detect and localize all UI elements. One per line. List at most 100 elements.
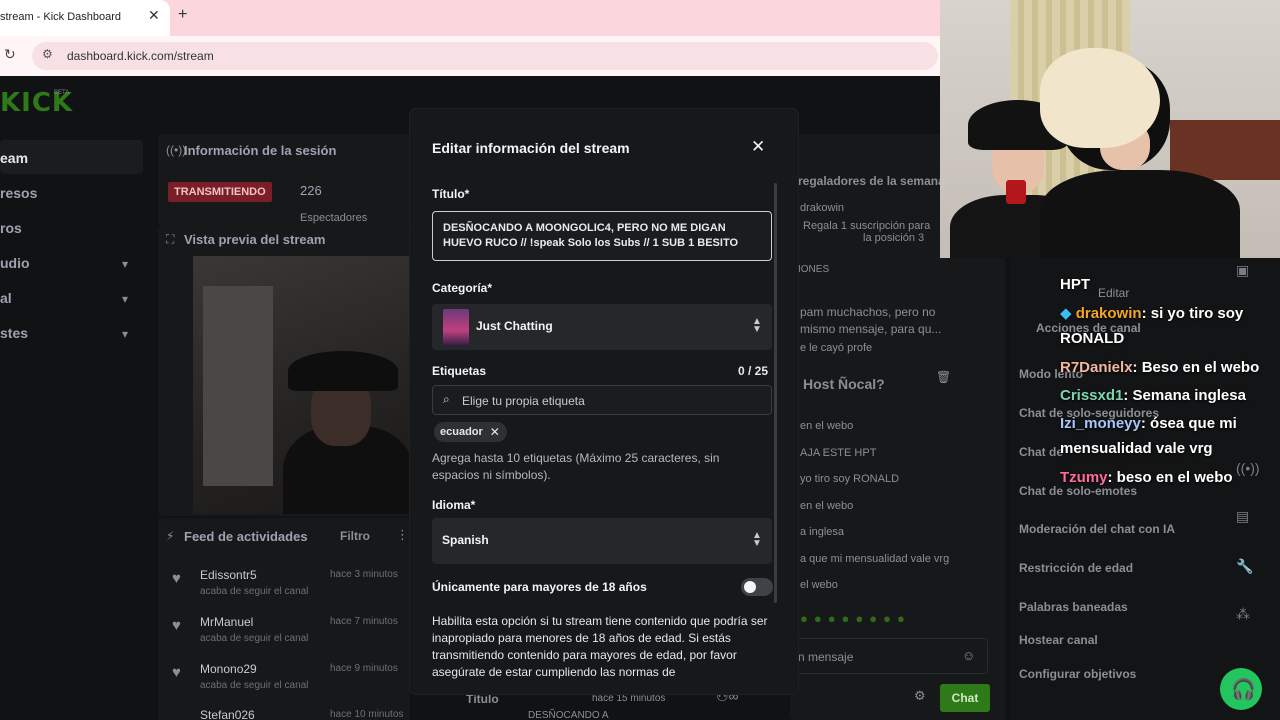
host-name: Host Ñocal? <box>803 376 885 392</box>
preview-title: Vista previa del stream <box>184 232 326 247</box>
category-thumbnail <box>443 309 469 345</box>
headset-icon: 🎧 <box>1231 679 1256 701</box>
sidebar-item-otros[interactable]: ros <box>0 220 22 236</box>
pinned-text2: mismo mensaje, para qu... <box>800 322 942 336</box>
feed-item-name[interactable]: Edissontr5 <box>200 568 257 582</box>
overlay-chat-user: drakowin <box>1075 305 1142 322</box>
close-icon[interactable]: ✕ <box>490 422 500 442</box>
language-select[interactable]: Spanish ▲ ▼ <box>432 518 772 564</box>
toggle-knob <box>744 581 756 593</box>
sidebar-item-ajustes[interactable]: stes <box>0 325 28 341</box>
action-ai-moderation[interactable]: Moderación del chat con IA <box>1019 522 1175 536</box>
chat-line: AJA ESTE HPT <box>800 447 877 459</box>
search-icon: ⌕ <box>443 392 450 406</box>
action-age-restriction[interactable]: Restricción de edad <box>1019 561 1133 575</box>
chat-input-placeholder: n mensaje <box>798 650 854 664</box>
layout-icon[interactable]: ▤ <box>1236 508 1249 525</box>
stream-title-value: DESÑOCANDO A MOONGOLIC4, PERO NO ME DIGA… <box>443 222 739 249</box>
stream-preview-video[interactable] <box>193 256 411 514</box>
overlay-chat-line: Izi_moneyy: ósea que mi mensualidad vale… <box>1060 411 1278 461</box>
sidebar-item-ingresos[interactable]: resos <box>0 185 37 201</box>
adult-toggle[interactable] <box>741 578 773 596</box>
overlay-chat-user: R7Danielx <box>1060 359 1133 376</box>
emoji-icon[interactable]: ☺ <box>962 648 975 663</box>
webcam-overlay <box>940 0 1280 258</box>
session-title: Información de la sesión <box>184 143 337 158</box>
category-value: Just Chatting <box>476 319 553 333</box>
tags-input[interactable]: ⌕ Elige tu propia etiqueta <box>432 385 772 415</box>
sidebar-item-canal[interactable]: al <box>0 290 12 306</box>
overlay-chat-line: Crissxd1: Semana inglesa <box>1060 383 1278 408</box>
action-chat[interactable]: Chat de <box>1019 445 1063 459</box>
reload-icon[interactable]: ↻ <box>4 46 16 63</box>
stream-title-input[interactable]: DESÑOCANDO A MOONGOLIC4, PERO NO ME DIGA… <box>432 211 772 261</box>
overlay-chat-user: Izi_moneyy <box>1060 415 1141 432</box>
chevron-down-icon[interactable]: ▾ <box>122 292 128 306</box>
feed-item-action: acaba de seguir el canal <box>200 680 309 691</box>
heart-icon: ♥ <box>172 570 181 587</box>
edit-stream-modal: Editar información del stream ✕ Título* … <box>410 109 798 694</box>
overlay-chat-line: R7Danielx: Beso en el webo <box>1060 355 1278 380</box>
overlay-chat-line: Tzumy: beso en el webo <box>1060 465 1278 490</box>
lightning-icon: ⚡ <box>166 529 175 543</box>
chat-line: yo tiro soy RONALD <box>800 473 900 485</box>
support-button[interactable]: 🎧 <box>1220 668 1262 710</box>
chat-line: el webo <box>800 579 838 591</box>
action-goals[interactable]: Configurar objetivos <box>1019 667 1136 681</box>
address-bar[interactable]: ⚙ dashboard.kick.com/stream <box>32 42 938 70</box>
overlay-chat-text: : Semana inglesa <box>1123 387 1246 404</box>
overlay-chat-text: : beso en el webo <box>1107 469 1233 486</box>
feed-title: Feed de actividades <box>184 529 308 544</box>
chevron-down-icon[interactable]: ▾ <box>122 257 128 271</box>
overlay-chat-line: HPT <box>1060 276 1090 293</box>
overlay-chat-text: : Beso en el webo <box>1132 359 1260 376</box>
sidebar-item-audio[interactable]: udio <box>0 255 30 271</box>
preview-icon: ⛶ <box>166 232 175 246</box>
wrench-icon[interactable]: 🔧 <box>1236 558 1253 575</box>
gear-icon[interactable]: ⚙ <box>914 688 926 704</box>
chat-line: en el webo <box>800 420 854 432</box>
tag-chip-label: ecuador <box>440 426 483 438</box>
action-banned-words[interactable]: Palabras baneadas <box>1019 600 1128 614</box>
more-icon[interactable]: ⋮ <box>396 527 409 543</box>
viewer-label: Espectadores <box>300 212 368 224</box>
chevron-down-icon[interactable]: ▾ <box>122 327 128 341</box>
feed-item-name[interactable]: MrManuel <box>200 615 253 629</box>
feed-item-action: acaba de seguir el canal <box>200 633 309 644</box>
feed-item-action: acaba de seguir el canal <box>200 586 309 597</box>
gifter-desc2: la posición 3 <box>863 232 925 244</box>
heart-icon: ♥ <box>172 617 181 634</box>
chat-line: a inglesa <box>800 526 845 538</box>
feed-item-name[interactable]: Monono29 <box>200 662 257 676</box>
trash-icon[interactable]: 🗑 <box>936 370 951 384</box>
sidebar-item-stream[interactable]: eam <box>0 150 28 166</box>
select-arrows-icon: ▲ ▼ <box>752 530 762 549</box>
close-icon[interactable]: ✕ <box>751 137 765 157</box>
send-chat-button[interactable]: Chat <box>940 684 990 712</box>
feed-item-time: hace 10 minutos <box>330 709 404 720</box>
pinned-text3: e le cayó profe <box>800 342 873 354</box>
new-tab-button[interactable]: + <box>178 6 187 24</box>
tags-label: Etiquetas <box>432 364 487 378</box>
browser-tab[interactable]: stream - Kick Dashboard ✕ <box>0 0 170 36</box>
site-settings-icon[interactable]: ⚙ <box>42 47 53 61</box>
share-icon[interactable]: ⁂ <box>1236 606 1250 623</box>
feed-item-name[interactable]: Stefan026 <box>200 708 255 720</box>
chat-line: a que mi mensualidad vale vrg <box>800 553 950 565</box>
overlay-chat-user: Crissxd1 <box>1060 387 1124 404</box>
action-host-channel[interactable]: Hostear canal <box>1019 633 1098 647</box>
overlay-chat-user: Tzumy <box>1060 469 1108 486</box>
title-label: Título* <box>432 187 470 201</box>
feed-item-time: hace 9 minutos <box>330 663 398 674</box>
select-arrows-icon: ▲ ▼ <box>752 316 762 335</box>
overlay-chat-line: ◆ drakowin: si yo tiro soy RONALD <box>1060 301 1278 351</box>
bottom-title-label: Título <box>466 692 499 706</box>
emote-row[interactable]: ●●●●●●●● <box>800 611 911 626</box>
category-select[interactable]: Just Chatting ▲ ▼ <box>432 304 772 350</box>
modal-scrollbar[interactable] <box>774 183 777 603</box>
feed-filter-button[interactable]: Filtro <box>340 529 370 543</box>
tags-help: Agrega hasta 10 etiquetas (Máximo 25 car… <box>432 451 720 482</box>
tab-close-icon[interactable]: ✕ <box>148 7 160 24</box>
tags-counter: 0 / 25 <box>738 364 769 378</box>
pinned-text: pam muchachos, pero no <box>800 305 936 319</box>
